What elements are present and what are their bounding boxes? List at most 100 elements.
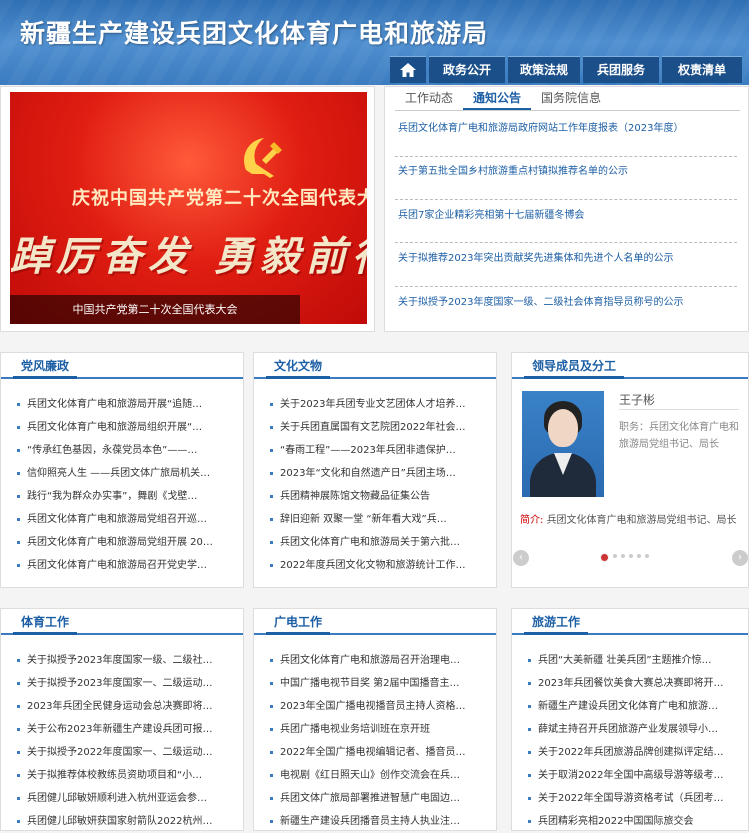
site-header: 新疆生产建设兵团文化体育广电和旅游局 政务公开 政策法规 兵团服务 权责清单 [0, 0, 749, 85]
news-list: 兵团“大美新疆 壮美兵团”主题推介惊… 2023年兵团餐饮美食大赛总决赛即将开…… [524, 649, 738, 833]
tab-divider [395, 110, 740, 111]
pager-dot[interactable] [600, 553, 609, 562]
list-item[interactable]: 关于拟授予2022年度国家一、二级运动… [13, 741, 233, 764]
leader-duty: 职务：兵团文化体育广电和旅游局党组书记、局长 [619, 422, 739, 450]
notice-item[interactable]: 关于第五批全国乡村旅游重点村镇拟推荐名单的公示 [398, 162, 738, 177]
list-item[interactable]: 兵团文化体育广电和旅游局党组开展 20… [13, 531, 233, 554]
section-sports: 体育工作 关于拟授予2023年度国家一级、二级社… 关于拟授予2023年度国家一… [0, 608, 244, 831]
section-party: 党风廉政 兵团文化体育广电和旅游局开展“追随… 兵团文化体育广电和旅游局组织开展… [0, 352, 244, 588]
list-item[interactable]: 关于取消2022年全国中高级导游等级考… [524, 764, 738, 787]
banner-slogan: 踔厉奋发 勇毅前行 团 [10, 233, 367, 280]
pager-dot[interactable] [637, 554, 641, 558]
list-item[interactable]: 电视剧《红日照天山》创作交流会在兵… [266, 764, 486, 787]
pager-dot[interactable] [629, 554, 633, 558]
pager-dot[interactable] [645, 554, 649, 558]
banner-caption[interactable]: 中国共产党第二十次全国代表大会 [10, 295, 300, 324]
list-item[interactable]: 2023年“文化和自然遗产日”兵团主场… [266, 462, 486, 485]
leader-photo[interactable] [522, 391, 604, 497]
list-item[interactable]: 践行“我为群众办实事”，舞剧《戈壁… [13, 485, 233, 508]
tab-notices[interactable]: 通知公告 [463, 86, 532, 111]
pager-dot[interactable] [621, 554, 625, 558]
notice-item[interactable]: 兵团7家企业精彩亮相第十七届新疆冬博会 [398, 206, 738, 221]
list-item[interactable]: 兵团广播电视业务培训班在京开班 [266, 718, 486, 741]
list-item[interactable]: 新疆生产建设兵团文化体育广电和旅游… [524, 695, 738, 718]
list-item[interactable]: 2023年兵团全民健身运动会总决赛即将… [13, 695, 233, 718]
leader-intro-text: 兵团文化体育广电和旅游局党组书记、局长 [546, 515, 737, 526]
next-arrow-icon[interactable]: › [732, 550, 748, 566]
section-tourism: 旅游工作 兵团“大美新疆 壮美兵团”主题推介惊… 2023年兵团餐饮美食大赛总决… [511, 608, 749, 831]
leader-name[interactable]: 王子彬 [619, 391, 655, 408]
notice-divider [395, 156, 737, 157]
list-item[interactable]: 关于拟授予2023年度国家一、二级运动… [13, 672, 233, 695]
list-item[interactable]: 信仰照亮人生 ——兵团文体广旅局机关… [13, 462, 233, 485]
news-tabs: 工作动态 通知公告 国务院信息 [395, 86, 611, 111]
leader-pager: ‹ › [512, 550, 749, 566]
list-item[interactable]: 兵团文化体育广电和旅游局开展“追随… [13, 393, 233, 416]
section-title[interactable]: 广电工作 [266, 609, 331, 635]
nav-item-policy[interactable]: 政策法规 [508, 56, 580, 83]
list-item[interactable]: 兵团“大美新疆 壮美兵团”主题推介惊… [524, 649, 738, 672]
news-list: 关于拟授予2023年度国家一级、二级社… 关于拟授予2023年度国家一、二级运动… [13, 649, 233, 833]
list-item[interactable]: 兵团精神展陈馆文物藏品征集公告 [266, 485, 486, 508]
list-item[interactable]: 关于公布2023年新疆生产建设兵团可报… [13, 718, 233, 741]
leader-divider [619, 409, 739, 410]
tab-state-council[interactable]: 国务院信息 [531, 86, 611, 111]
home-icon [400, 63, 416, 77]
notice-divider [395, 286, 737, 287]
nav-item-gov-affairs[interactable]: 政务公开 [429, 56, 505, 83]
leader-photo-face [548, 409, 578, 447]
section-leaders: 领导成员及分工 王子彬 职务：兵团文化体育广电和旅游局党组书记、局长 简介: 兵… [511, 352, 749, 588]
list-item[interactable]: 关于拟推荐体校教练员资助项目和“小… [13, 764, 233, 787]
list-item[interactable]: 关于2022年兵团旅游品牌创建拟评定结… [524, 741, 738, 764]
banner-headline: 庆祝中国共产党第二十次全国代表大会 [72, 188, 367, 209]
list-item[interactable]: 中国广播电视节目奖 第2届中国播音主… [266, 672, 486, 695]
list-item[interactable]: 2023年兵团餐饮美食大赛总决赛即将开… [524, 672, 738, 695]
notice-item[interactable]: 关于拟推荐2023年突出贡献奖先进集体和先进个人名单的公示 [398, 249, 738, 264]
notice-divider [395, 242, 737, 243]
nav-item-power-list[interactable]: 权责清单 [662, 56, 742, 83]
list-item[interactable]: 兵团文化体育广电和旅游局召开党史学… [13, 554, 233, 577]
tab-work-news[interactable]: 工作动态 [395, 86, 463, 111]
list-item[interactable]: “传承红色基因，永葆党员本色”——… [13, 439, 233, 462]
leader-intro-label: 简介: [520, 515, 544, 526]
section-title[interactable]: 党风廉政 [13, 353, 78, 379]
notice-item[interactable]: 关于拟授予2023年度国家一级、二级社会体育指导员称号的公示 [398, 293, 738, 308]
list-item[interactable]: 兵团健儿邱敏妍获国家射箭队2022杭州… [13, 810, 233, 833]
section-title[interactable]: 旅游工作 [524, 609, 589, 635]
list-item[interactable]: 关于兵团直属国有文艺院团2022年社会… [266, 416, 486, 439]
list-item[interactable]: 关于2023年兵团专业文艺团体人才培养… [266, 393, 486, 416]
list-item[interactable]: “春雨工程”——2023年兵团非遗保护… [266, 439, 486, 462]
list-item[interactable]: 兵团文化体育广电和旅游局召开治理电… [266, 649, 486, 672]
banner-slide[interactable]: 庆祝中国共产党第二十次全国代表大会 踔厉奋发 勇毅前行 团 [10, 92, 367, 324]
pager-dot[interactable] [613, 554, 617, 558]
list-item[interactable]: 薛斌主持召开兵团旅游产业发展领导小… [524, 718, 738, 741]
pager-dots [600, 553, 653, 562]
site-title[interactable]: 新疆生产建设兵团文化体育广电和旅游局 [20, 14, 488, 50]
list-item[interactable]: 兵团健儿邱敏妍顺利进入杭州亚运会参… [13, 787, 233, 810]
list-item[interactable]: 2022年全国广播电视编辑记者、播音员… [266, 741, 486, 764]
list-item[interactable]: 关于拟授予2023年度国家一级、二级社… [13, 649, 233, 672]
nav-item-services[interactable]: 兵团服务 [583, 56, 659, 83]
list-item[interactable]: 兵团文化体育广电和旅游局组织开展“… [13, 416, 233, 439]
prev-arrow-icon[interactable]: ‹ [513, 550, 529, 566]
list-item[interactable]: 关于2022年全国导游资格考试（兵团考… [524, 787, 738, 810]
list-item[interactable]: 兵团文化体育广电和旅游局关于第六批… [266, 531, 486, 554]
list-item[interactable]: 2022年度兵团文化文物和旅游统计工作… [266, 554, 486, 577]
list-item[interactable]: 兵团文体广旅局部署推进智慧广电固边… [266, 787, 486, 810]
news-list: 兵团文化体育广电和旅游局召开治理电… 中国广播电视节目奖 第2届中国播音主… 2… [266, 649, 486, 833]
section-title[interactable]: 体育工作 [13, 609, 78, 635]
notice-item[interactable]: 兵团文化体育广电和旅游局政府网站工作年度报表（2023年度） [398, 119, 738, 134]
list-item[interactable]: 2023年全国广播电视播音员主持人资格… [266, 695, 486, 718]
news-list: 关于2023年兵团专业文艺团体人才培养… 关于兵团直属国有文艺院团2022年社会… [266, 393, 486, 577]
section-title[interactable]: 文化文物 [266, 353, 331, 379]
news-list: 兵团文化体育广电和旅游局开展“追随… 兵团文化体育广电和旅游局组织开展“… “传… [13, 393, 233, 577]
list-item[interactable]: 兵团精彩亮相2022中国国际旅交会 [524, 810, 738, 833]
main-nav: 政务公开 政策法规 兵团服务 权责清单 [390, 56, 745, 83]
section-title[interactable]: 领导成员及分工 [524, 353, 625, 379]
section-broadcast: 广电工作 兵团文化体育广电和旅游局召开治理电… 中国广播电视节目奖 第2届中国播… [253, 608, 497, 831]
nav-home[interactable] [390, 56, 426, 83]
list-item[interactable]: 新疆生产建设兵团播音员主持人执业注… [266, 810, 486, 833]
list-item[interactable]: 兵团文化体育广电和旅游局党组召开巡… [13, 508, 233, 531]
list-item[interactable]: 辞旧迎新 双聚一堂 “新年看大戏”兵… [266, 508, 486, 531]
section-culture: 文化文物 关于2023年兵团专业文艺团体人才培养… 关于兵团直属国有文艺院团20… [253, 352, 497, 588]
